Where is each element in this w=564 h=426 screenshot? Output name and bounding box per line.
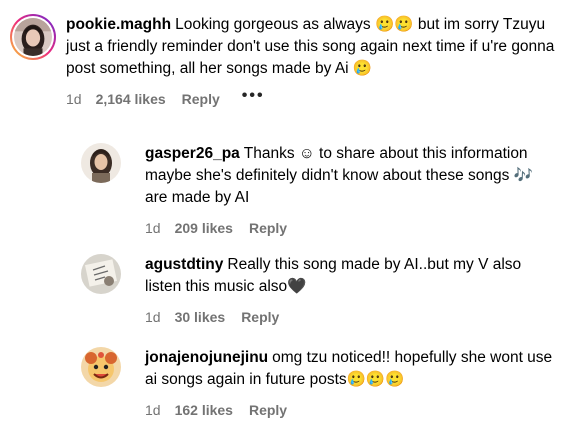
reply-likes[interactable]: 162 likes [175, 402, 233, 418]
avatar[interactable] [10, 14, 56, 60]
reply-item: gasper26_pa Thanks ☺ to share about this … [81, 143, 555, 237]
reply-button[interactable]: Reply [182, 91, 220, 107]
reply-meta: 1d 162 likes Reply [145, 401, 555, 419]
avatar[interactable] [81, 347, 121, 387]
avatar[interactable] [81, 254, 121, 294]
reply-button[interactable]: Reply [249, 402, 287, 418]
reply-button[interactable]: Reply [249, 220, 287, 236]
reply-username[interactable]: agustdtiny [145, 256, 223, 273]
reply-username[interactable]: jonajenojunejinu [145, 349, 268, 366]
profile-photo-sketch-icon [81, 254, 121, 294]
comment-likes[interactable]: 2,164 likes [96, 91, 166, 107]
profile-photo-girl-icon [14, 18, 52, 56]
reply-item: agustdtiny Really this song made by AI..b… [81, 254, 555, 326]
reply-likes[interactable]: 209 likes [175, 220, 233, 236]
reply-meta: 1d 30 likes Reply [145, 308, 555, 326]
comment-text: pookie.maghh Looking gorgeous as always 🥲… [66, 14, 556, 80]
comment-item: pookie.maghh Looking gorgeous as always 🥲… [10, 14, 556, 108]
reply-time: 1d [145, 402, 161, 418]
avatar[interactable] [81, 143, 121, 183]
profile-photo-cartoon-icon [81, 347, 121, 387]
reply-time: 1d [145, 220, 161, 236]
reply-time: 1d [145, 309, 161, 325]
profile-photo-drawing-icon [81, 143, 121, 183]
reply-meta: 1d 209 likes Reply [145, 219, 555, 237]
comment-username[interactable]: pookie.maghh [66, 16, 171, 33]
more-options-icon[interactable]: ••• [242, 88, 265, 104]
reply-item: jonajenojunejinu omg tzu noticed!! hopefu… [81, 347, 555, 419]
reply-likes[interactable]: 30 likes [175, 309, 226, 325]
reply-text: agustdtiny Really this song made by AI..b… [145, 254, 555, 298]
comment-time: 1d [66, 91, 82, 107]
reply-text: jonajenojunejinu omg tzu noticed!! hopefu… [145, 347, 555, 391]
reply-text: gasper26_pa Thanks ☺ to share about this … [145, 143, 555, 209]
comment-meta: 1d 2,164 likes Reply ••• [66, 88, 556, 108]
reply-button[interactable]: Reply [241, 309, 279, 325]
reply-username[interactable]: gasper26_pa [145, 145, 240, 162]
